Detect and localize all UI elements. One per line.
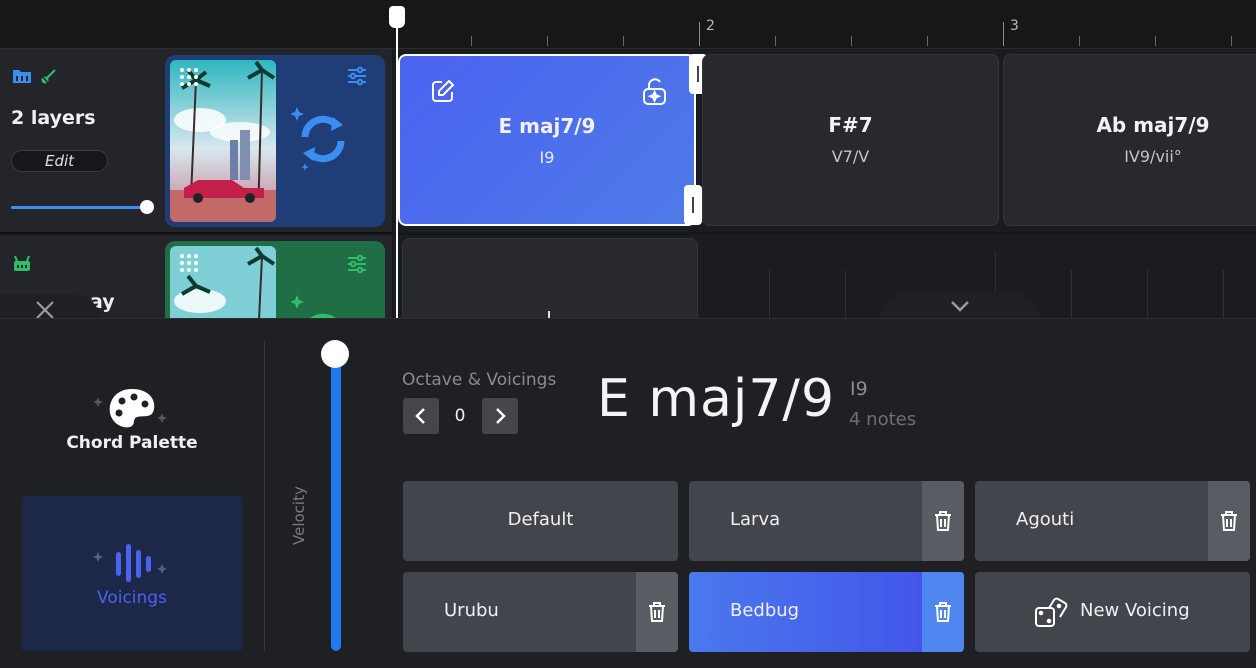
delete-voicing-button[interactable] [922, 481, 964, 561]
divider [264, 341, 265, 651]
trash-icon [649, 602, 665, 622]
grid-menu-icon[interactable] [179, 67, 199, 91]
voicing-larva-button[interactable]: Larva [689, 481, 964, 561]
track-title: 2 layers [11, 107, 96, 129]
ruler-tick [851, 36, 852, 46]
refresh-sync-icon[interactable] [290, 101, 355, 175]
sliders-settings-icon[interactable] [346, 253, 368, 279]
edit-button[interactable]: Edit [11, 150, 108, 172]
playhead-handle[interactable] [389, 6, 405, 28]
ruler-tick [623, 36, 624, 46]
ruler-tick-major [699, 22, 700, 46]
chord-palette-label: Chord Palette [66, 433, 198, 453]
current-chord-function: I9 [850, 378, 868, 400]
close-icon[interactable] [35, 300, 55, 318]
guitar-icon[interactable] [40, 67, 58, 89]
chord-function: IV9/vii° [1124, 147, 1182, 166]
dice-icon [1034, 596, 1068, 635]
ruler-tick [471, 36, 472, 46]
ruler-tick [1231, 36, 1232, 46]
refresh-sync-icon[interactable] [290, 289, 355, 318]
current-chord-name: E maj7/9 [597, 369, 836, 429]
bar-number-3: 3 [1010, 18, 1019, 34]
chord-function: V7/V [831, 147, 870, 166]
chord-name: F#7 [828, 113, 873, 137]
octave-down-button[interactable] [403, 398, 439, 434]
palette-icon [92, 385, 174, 437]
voicing-default-button[interactable]: Default [403, 481, 678, 561]
synth-icon[interactable] [12, 255, 32, 277]
grid-line [1147, 270, 1148, 318]
voicing-bedbug-button[interactable]: Bedbug [689, 572, 964, 652]
velocity-slider-thumb[interactable] [321, 340, 349, 368]
volume-slider-track[interactable] [11, 206, 147, 209]
octave-value: 0 [454, 406, 466, 426]
grid-line [1071, 270, 1072, 318]
voicing-label: Default [507, 509, 574, 530]
ruler-tick [927, 36, 928, 46]
chord-resize-handle-bottom[interactable] [684, 185, 702, 225]
waveform-icon [92, 538, 172, 590]
grid-line [845, 270, 846, 318]
voicings-tab[interactable]: Voicings [22, 496, 242, 651]
track-separator [0, 232, 392, 234]
ruler-tick [775, 36, 776, 46]
chord-block[interactable]: Ab maj7/9 IV9/vii° [1003, 54, 1256, 226]
octave-up-button[interactable] [482, 398, 518, 434]
trash-icon [935, 602, 951, 622]
voicing-urubu-button[interactable]: Urubu [403, 572, 678, 652]
ruler-tick [547, 36, 548, 46]
grid-menu-icon[interactable] [179, 253, 199, 277]
trash-icon [1221, 511, 1237, 531]
ruler-tick [1155, 36, 1156, 46]
grid-line [1223, 270, 1224, 318]
instrument-card[interactable] [165, 55, 385, 227]
voicing-agouti-button[interactable]: Agouti [975, 481, 1250, 561]
velocity-slider-track[interactable] [331, 355, 341, 651]
chord-block[interactable]: F#7 V7/V [702, 54, 999, 226]
chord-palette-tab[interactable]: Chord Palette [60, 381, 204, 461]
trash-icon [935, 511, 951, 531]
delete-voicing-button[interactable] [1208, 481, 1250, 561]
voicing-label: Agouti [1016, 509, 1075, 530]
chord-name: E maj7/9 [498, 114, 596, 138]
collapse-panel-tab[interactable] [880, 292, 1040, 318]
new-voicing-button[interactable]: New Voicing [975, 572, 1250, 652]
unlock-sparkle-icon[interactable] [642, 78, 668, 110]
instrument-card[interactable] [165, 241, 385, 318]
voicing-label: New Voicing [1080, 600, 1190, 621]
bar-number-2: 2 [706, 18, 715, 34]
ruler-tick-major [1003, 22, 1004, 46]
octave-voicings-label: Octave & Voicings [402, 370, 557, 390]
voicing-label: Larva [730, 509, 781, 530]
chord-block-selected[interactable]: E maj7/9 I9 [398, 54, 696, 226]
folder-icon[interactable] [12, 67, 32, 89]
delete-voicing-button[interactable] [636, 572, 678, 652]
grid-line [769, 270, 770, 318]
add-chord-slot[interactable] [402, 238, 698, 318]
playhead-line [396, 14, 398, 318]
velocity-label: Velocity [290, 486, 308, 545]
plus-icon [548, 311, 550, 318]
voicing-label: Urubu [444, 600, 499, 621]
voicing-label: Bedbug [730, 600, 800, 621]
volume-slider-thumb[interactable] [140, 200, 154, 214]
track-1-header: 2 layers Edit [0, 49, 392, 232]
ruler-tick [1079, 36, 1080, 46]
sliders-settings-icon[interactable] [346, 65, 368, 91]
chord-function: I9 [539, 148, 555, 167]
chord-name: Ab maj7/9 [1096, 113, 1210, 137]
close-panel-tab[interactable] [0, 294, 100, 318]
delete-voicing-button[interactable] [922, 572, 964, 652]
current-chord-notes: 4 notes [849, 409, 917, 430]
edit-pencil-icon[interactable] [430, 78, 456, 108]
timeline-ruler[interactable]: 2 3 [0, 0, 1256, 49]
arrangement-view: 2 3 2 layers Edit ay E maj7/9 I9 F#7 V7/… [0, 0, 1256, 318]
chevron-down-icon[interactable] [949, 298, 971, 317]
voicings-label: Voicings [97, 588, 167, 608]
chord-editor-panel: Chord Palette Voicings Velocity Octave &… [0, 318, 1256, 668]
